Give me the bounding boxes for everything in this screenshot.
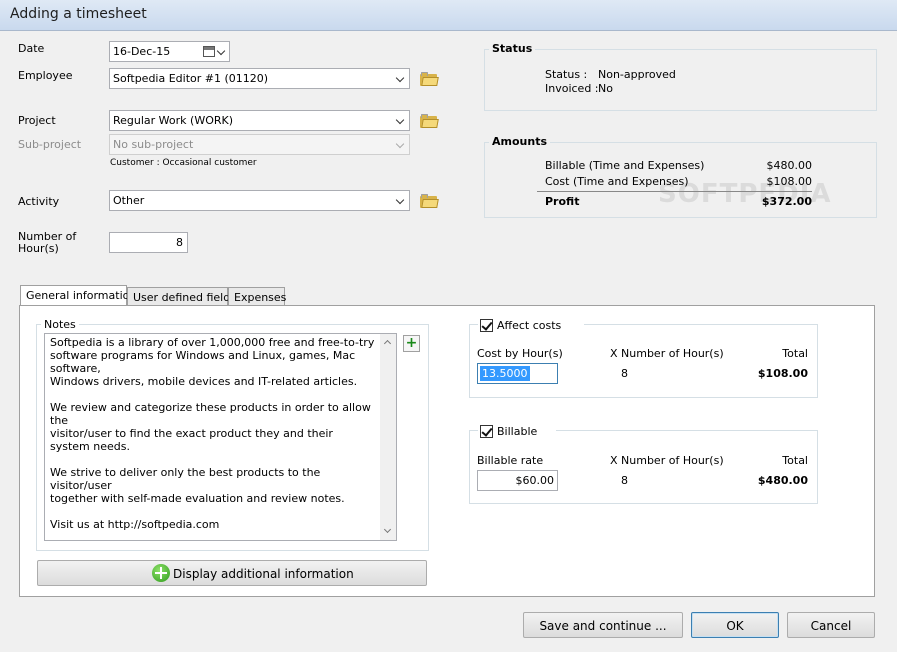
display-additional-info-button[interactable]: Display additional information	[37, 560, 427, 586]
activity-select[interactable]: Other	[109, 190, 410, 211]
hours-label: Number of Hour(s)	[18, 231, 76, 255]
chevron-down-icon	[395, 115, 407, 127]
add-note-button[interactable]: +	[403, 335, 420, 352]
notes-scrollbar[interactable]	[380, 334, 396, 540]
save-and-continue-button[interactable]: Save and continue ...	[523, 612, 683, 638]
cost-rate-value: 13.5000	[480, 366, 530, 381]
billable-label: Billable	[497, 425, 538, 438]
cancel-button[interactable]: Cancel	[787, 612, 875, 638]
cost-total-value: $108.00	[757, 367, 808, 380]
date-picker[interactable]: 16-Dec-15	[109, 41, 230, 62]
display-additional-info-label: Display additional information	[173, 567, 354, 581]
billable-total-label: Total	[782, 454, 808, 467]
tab-label: General information	[26, 289, 137, 302]
amounts-group-title: Amounts	[489, 135, 550, 148]
billable-hours-value: 8	[621, 474, 628, 487]
cost-rate-label: Cost by Hour(s)	[477, 347, 563, 360]
affect-costs-checkbox[interactable]	[480, 319, 493, 332]
folder-icon[interactable]	[420, 194, 439, 208]
billable-amount-value: $480.00	[766, 159, 813, 172]
employee-value: Softpedia Editor #1 (01120)	[113, 72, 269, 85]
subproject-select: No sub-project	[109, 134, 410, 155]
tab-general-information[interactable]: General information	[20, 285, 136, 307]
tab-label: User defined fields	[133, 291, 236, 304]
billable-rate-value: $60.00	[515, 474, 555, 487]
folder-icon[interactable]	[420, 114, 439, 128]
project-select[interactable]: Regular Work (WORK)	[109, 110, 410, 131]
date-value: 16-Dec-15	[113, 45, 171, 58]
title-bar: Adding a timesheet	[0, 0, 897, 31]
employee-select[interactable]: Softpedia Editor #1 (01120)	[109, 68, 410, 89]
cost-rate-input[interactable]: 13.5000	[477, 363, 558, 384]
billable-amount-label: Billable (Time and Expenses)	[545, 159, 705, 172]
hours-input[interactable]: 8	[109, 232, 188, 253]
invoiced-label: Invoiced :	[545, 82, 599, 95]
status-label: Status :	[545, 68, 588, 81]
hours-value: 8	[176, 236, 183, 249]
subproject-value: No sub-project	[113, 138, 194, 151]
billable-group	[469, 430, 818, 504]
tab-user-defined-fields[interactable]: User defined fields	[127, 287, 236, 306]
chevron-down-icon	[395, 195, 407, 207]
folder-icon[interactable]	[420, 72, 439, 86]
affect-costs-label: Affect costs	[497, 319, 562, 332]
dialog-body: Date 16-Dec-15 Employee Softpedia Editor…	[0, 31, 897, 652]
chevron-down-icon	[395, 139, 407, 151]
tab-label: Expenses	[234, 291, 287, 304]
billable-checkbox[interactable]	[480, 425, 493, 438]
cost-total-label: Total	[782, 347, 808, 360]
billable-rate-input[interactable]: $60.00	[477, 470, 558, 491]
project-value: Regular Work (WORK)	[113, 114, 234, 127]
amounts-divider	[537, 191, 812, 192]
chevron-down-icon[interactable]	[216, 46, 228, 58]
scroll-up-icon[interactable]	[384, 338, 391, 345]
activity-value: Other	[113, 194, 145, 207]
project-label: Project	[18, 114, 56, 127]
cost-hours-value: 8	[621, 367, 628, 380]
activity-label: Activity	[18, 195, 60, 208]
notes-text: Softpedia is a library of over 1,000,000…	[50, 336, 375, 531]
cancel-label: Cancel	[810, 619, 852, 633]
tab-panel: Notes Softpedia is a library of over 1,0…	[19, 305, 875, 597]
status-group-title: Status	[489, 42, 536, 55]
chevron-down-icon	[395, 73, 407, 85]
customer-note: Customer : Occasional customer	[110, 158, 257, 168]
profit-value: $372.00	[761, 195, 812, 208]
status-value: Non-approved	[598, 68, 676, 81]
scroll-down-icon[interactable]	[384, 527, 391, 534]
tab-expenses[interactable]: Expenses	[228, 287, 287, 306]
plus-circle-icon	[152, 564, 170, 582]
costs-group	[469, 324, 818, 398]
subproject-label: Sub-project	[18, 138, 82, 151]
ok-button[interactable]: OK	[691, 612, 779, 638]
notes-textarea[interactable]: Softpedia is a library of over 1,000,000…	[44, 333, 397, 541]
hours-label-line2: Hour(s)	[18, 242, 59, 255]
window-title: Adding a timesheet	[10, 6, 147, 22]
notes-title: Notes	[41, 318, 79, 331]
cost-hours-label: X Number of Hour(s)	[610, 347, 724, 360]
calendar-icon[interactable]	[203, 46, 215, 57]
save-and-continue-label: Save and continue ...	[539, 619, 667, 633]
billable-hours-label: X Number of Hour(s)	[610, 454, 724, 467]
invoiced-value: No	[598, 82, 613, 95]
ok-label: OK	[726, 619, 744, 633]
cost-amount-value: $108.00	[766, 175, 813, 188]
billable-checkbox-row[interactable]: Billable	[478, 424, 556, 440]
affect-costs-checkbox-row[interactable]: Affect costs	[478, 318, 584, 334]
employee-label: Employee	[18, 69, 73, 82]
billable-total-value: $480.00	[757, 474, 808, 487]
date-label: Date	[18, 42, 45, 55]
status-group	[484, 49, 877, 111]
billable-rate-label: Billable rate	[477, 454, 544, 467]
profit-label: Profit	[545, 195, 580, 208]
cost-amount-label: Cost (Time and Expenses)	[545, 175, 689, 188]
